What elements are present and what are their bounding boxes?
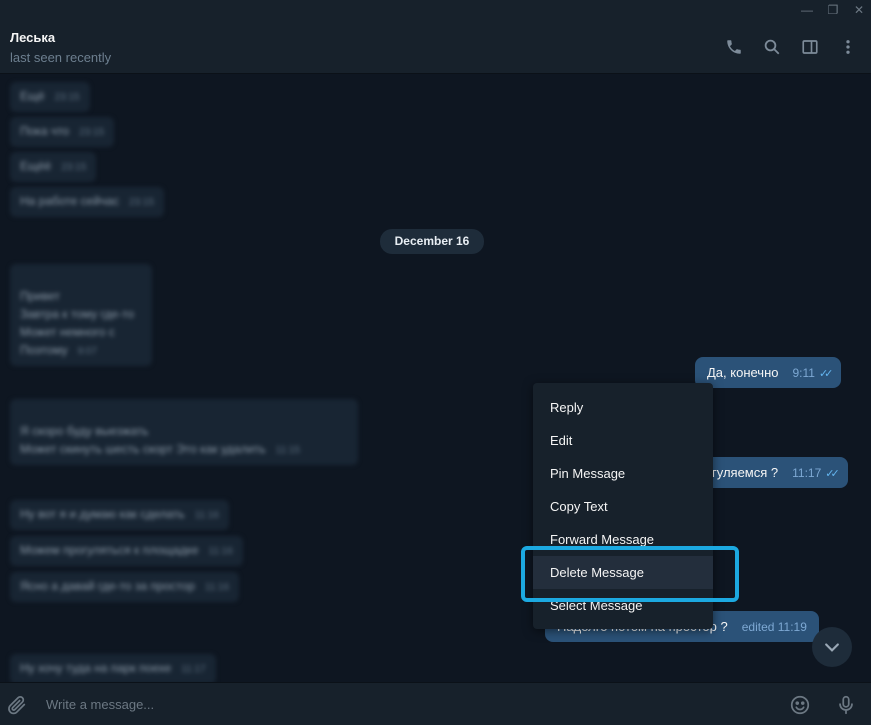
menu-item-pin-message[interactable]: Pin Message bbox=[533, 457, 713, 490]
read-check-icon: ✓✓ bbox=[818, 368, 834, 380]
message-outgoing[interactable]: гуляемся ? 11:17 ✓✓ bbox=[700, 457, 848, 488]
message-incoming[interactable]: Можем прогуляться к площадке 11:16 bbox=[10, 536, 243, 566]
message-incoming[interactable]: Ну вот я и думаю как сделать 11:16 bbox=[10, 500, 229, 530]
message-incoming[interactable]: Ещё 23:15 bbox=[10, 82, 90, 112]
emoji-icon[interactable] bbox=[789, 694, 811, 716]
header-actions bbox=[725, 38, 857, 56]
read-check-icon: ✓✓ bbox=[825, 468, 840, 480]
message-incoming[interactable]: На работе сейчас 23:15 bbox=[10, 187, 165, 217]
restore-icon[interactable]: ❐ bbox=[827, 0, 839, 20]
chevron-down-icon bbox=[825, 643, 839, 652]
menu-item-reply[interactable]: Reply bbox=[533, 391, 713, 424]
message-outgoing[interactable]: Да, конечно 9:11 ✓✓ bbox=[695, 357, 842, 388]
menu-item-copy-text[interactable]: Copy Text bbox=[533, 490, 713, 523]
close-icon[interactable]: ✕ bbox=[853, 0, 865, 20]
microphone-icon[interactable] bbox=[835, 694, 857, 716]
message-composer bbox=[0, 682, 871, 725]
message-incoming[interactable]: Привет Завтра к тому где-то Может немног… bbox=[10, 264, 152, 366]
minimize-icon[interactable]: — bbox=[801, 0, 813, 20]
more-vert-icon[interactable] bbox=[839, 38, 857, 56]
scroll-down-button[interactable] bbox=[812, 627, 852, 667]
menu-item-forward-message[interactable]: Forward Message bbox=[533, 523, 713, 556]
message-incoming[interactable]: Ну хочу туда на парк поехе 11:17 bbox=[10, 654, 216, 682]
window-titlebar: — ❐ ✕ bbox=[0, 0, 871, 20]
message-input[interactable] bbox=[46, 692, 746, 716]
message-incoming[interactable]: Ясно а давай где-то за простор 11:16 bbox=[10, 572, 240, 602]
message-list[interactable]: Ещё 23:15 Пока что 23:15 Ещёё 23:15 На рабо… bbox=[0, 74, 871, 682]
sidebar-icon[interactable] bbox=[801, 38, 819, 56]
menu-item-edit[interactable]: Edit bbox=[533, 424, 713, 457]
search-icon[interactable] bbox=[763, 38, 781, 56]
message-context-menu: Reply Edit Pin Message Copy Text Forward… bbox=[533, 383, 713, 629]
phone-icon[interactable] bbox=[725, 38, 743, 56]
chat-header: Леська last seen recently bbox=[0, 20, 871, 74]
message-incoming[interactable]: Ещёё 23:15 bbox=[10, 152, 97, 182]
message-incoming[interactable]: Пока что 23:15 bbox=[10, 117, 115, 147]
message-incoming[interactable]: Я скоро буду выезжать Может скинуть шест… bbox=[10, 399, 358, 465]
attach-icon[interactable] bbox=[6, 694, 28, 716]
date-separator: December 16 bbox=[380, 229, 484, 254]
menu-item-select-message[interactable]: Select Message bbox=[533, 589, 713, 622]
menu-item-delete-message[interactable]: Delete Message bbox=[533, 556, 713, 589]
